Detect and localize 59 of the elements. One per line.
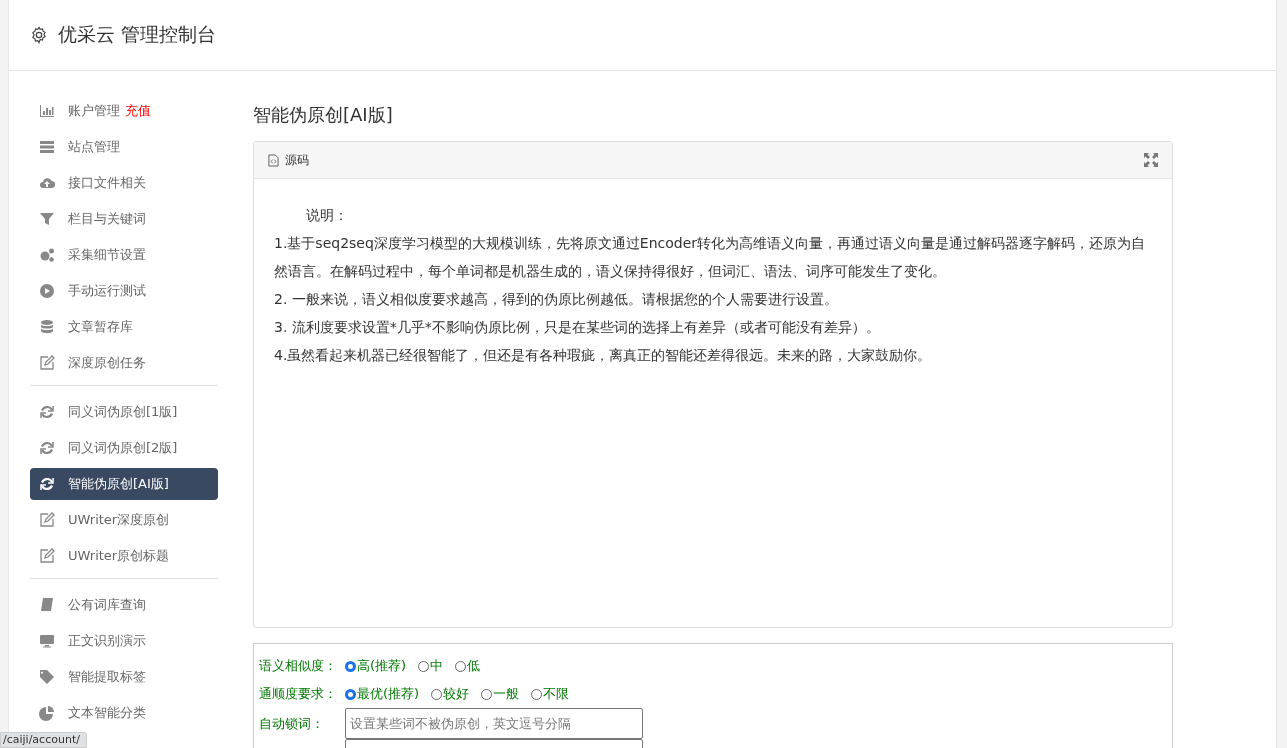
monitor-icon xyxy=(39,633,55,649)
editor-paragraph: 1.基于seq2seq深度学习模型的大规模训练，先将原文通过Encoder转化为高维语义向量，再通过语义向量是通过解码器逐字解码，还原为自然语言。在解码过程中，每个单词都是机器生成的，语义保持得很好，但词汇、语法、词序可能发生了变化。 xyxy=(274,234,1147,281)
sidebar-item[interactable]: UWriter深度原创 xyxy=(30,504,218,536)
sidebar-item[interactable]: 文章暂存库 xyxy=(30,311,218,343)
play-icon xyxy=(39,283,55,299)
page-title: 智能伪原创[AI版] xyxy=(253,103,394,127)
radio-option[interactable]: 不限 xyxy=(531,685,570,703)
sidebar-item[interactable]: 文本智能分类 xyxy=(30,697,218,729)
editor-paragraph: 说明： xyxy=(305,206,349,225)
status-url: /caiji/account/ xyxy=(0,732,87,748)
field-label: 自动锁词： xyxy=(259,714,325,733)
sidebar-item[interactable]: 智能提取标签 xyxy=(30,661,218,693)
radio-option[interactable]: 中 xyxy=(418,657,444,675)
radio-button[interactable] xyxy=(345,688,356,700)
sidebar-item[interactable]: 接口文件相关 xyxy=(30,167,218,199)
sidebar-item[interactable]: 深度原创任务 xyxy=(30,347,218,379)
edit-icon xyxy=(39,548,55,564)
server-icon xyxy=(39,139,55,155)
sidebar-item[interactable]: 同义词伪原创[1版] xyxy=(30,396,218,428)
sidebar-item[interactable]: 同义词伪原创[2版] xyxy=(30,432,218,464)
sidebar-item[interactable]: 站点管理 xyxy=(30,131,218,163)
radio-option[interactable]: 高(推荐) xyxy=(345,657,407,675)
sidebar-item[interactable]: UWriter原创标题 xyxy=(30,540,218,572)
sidebar-item[interactable]: 手动运行测试 xyxy=(30,275,218,307)
filter-icon xyxy=(39,211,55,227)
sync-icon xyxy=(39,476,55,492)
db-icon xyxy=(39,319,55,335)
editor-paragraph: 2. 一般来说，语义相似度要求越高，得到的伪原比例越低。请根据您的个人需要进行设置。 xyxy=(274,290,839,309)
sidebar-item[interactable]: 公有词库查询 xyxy=(30,589,218,621)
radio-option[interactable]: 一般 xyxy=(481,685,520,703)
input-field[interactable]: 设置某些词不被伪原创，英文逗号分隔 xyxy=(345,708,643,739)
field-label: 语义相似度： xyxy=(259,657,338,675)
expand-icon[interactable] xyxy=(1144,153,1158,167)
settings-icon xyxy=(30,26,48,44)
sidebar-item[interactable]: 智能伪原创[AI版] xyxy=(30,468,218,500)
edit-icon xyxy=(39,512,55,528)
radio-option[interactable]: 最优(推荐) xyxy=(345,685,420,703)
sidebar-item[interactable]: 正文识别演示 xyxy=(30,625,218,657)
edit-icon xyxy=(39,355,55,371)
sidebar-item[interactable]: 采集细节设置 xyxy=(30,239,218,271)
pie-icon xyxy=(39,705,55,721)
radio-button[interactable] xyxy=(345,660,356,672)
text-editor[interactable] xyxy=(253,141,1173,628)
code-file-icon xyxy=(268,153,279,167)
editor-paragraph: 3. 流利度要求设置*几乎*不影响伪原比例，只是在某些词的选择上有差异（或者可能没有差异）。 xyxy=(274,318,881,337)
tag-icon xyxy=(39,669,55,685)
sidebar-item[interactable]: 账户管理 充值 xyxy=(30,95,218,127)
sync-icon xyxy=(39,404,55,420)
source-button[interactable]: 源码 xyxy=(268,151,309,169)
editor-paragraph: 4.虽然看起来机器已经很智能了，但还是有各种瑕疵，离真正的智能还差得很远。未来的路，大家鼓励你。 xyxy=(274,346,933,365)
field-label: 通顺度要求： xyxy=(259,685,338,703)
cloud-icon xyxy=(39,175,55,191)
sync-icon xyxy=(39,440,55,456)
sidebar-item[interactable]: 栏目与关键词 xyxy=(30,203,218,235)
bars-icon xyxy=(39,103,55,119)
radio-option[interactable]: 较好 xyxy=(431,685,470,703)
app-title: 优采云 管理控制台 xyxy=(58,22,217,47)
recharge-link[interactable]: 充值 xyxy=(125,102,151,120)
radio-option[interactable]: 低 xyxy=(455,657,481,675)
